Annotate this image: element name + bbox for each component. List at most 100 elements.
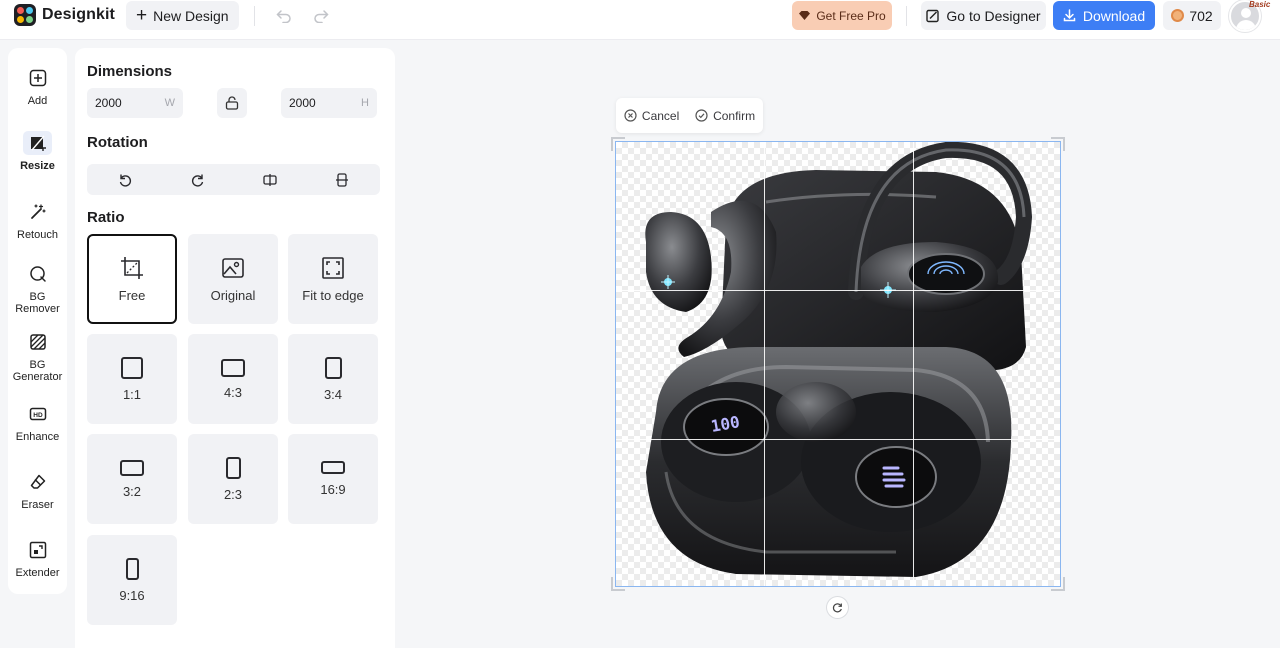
rail-item-resize[interactable]: Resize (8, 131, 67, 172)
crop-canvas[interactable]: 100 (615, 141, 1061, 587)
product-image: 100 (645, 142, 1033, 577)
ratio-label: Original (210, 287, 256, 303)
height-value: 2000 (289, 96, 316, 110)
ratio-4-3[interactable]: 4:3 (188, 334, 278, 424)
free-crop-icon (121, 256, 143, 279)
rail-item-bg-remover[interactable]: BG Remover (8, 262, 67, 315)
dimensions-title: Dimensions (87, 63, 173, 80)
ratio-original[interactable]: Original (188, 234, 278, 324)
landscape-ratio-icon (120, 459, 144, 476)
rail-item-retouch[interactable]: Retouch (8, 200, 67, 241)
go-to-designer-button[interactable]: Go to Designer (921, 1, 1046, 30)
new-design-button[interactable]: + New Design (126, 1, 239, 30)
add-square-icon (23, 66, 52, 90)
ratio-label: Fit to edge (302, 287, 364, 303)
ratio-label: 3:2 (122, 483, 142, 499)
ratio-label: 2:3 (223, 486, 243, 502)
rail-label: BG Remover (15, 291, 60, 315)
crop-handle-bottom-left[interactable] (611, 577, 625, 591)
flip-horizontal-button[interactable] (258, 168, 282, 192)
ratio-title: Ratio (87, 209, 125, 226)
height-input[interactable]: 2000 H (281, 88, 377, 118)
rail-label: Resize (20, 160, 55, 172)
rail-item-eraser[interactable]: Eraser (8, 470, 67, 511)
fit-edge-icon (322, 256, 344, 279)
confirm-label: Confirm (713, 108, 756, 123)
rotate-right-button[interactable] (186, 168, 210, 192)
top-bar: Designkit + New Design Get Free Pro Go t… (0, 0, 1280, 40)
divider (254, 6, 255, 26)
rotate-right-icon (191, 174, 204, 187)
ratio-2-3[interactable]: 2:3 (188, 434, 278, 524)
rail-label: Add (27, 95, 48, 107)
crop-actions-toolbar: Cancel Confirm (616, 98, 763, 133)
credits-value: 702 (1189, 7, 1213, 24)
rail-item-add[interactable]: Add (8, 66, 67, 107)
crop-handle-top-right[interactable] (1051, 137, 1065, 151)
download-button[interactable]: Download (1053, 1, 1155, 30)
rotate-left-icon (119, 174, 132, 187)
undo-icon (276, 10, 291, 23)
cancel-button[interactable]: Cancel (624, 109, 679, 123)
square-ratio-icon (121, 356, 143, 379)
ratio-label: Free (118, 287, 146, 303)
logo[interactable]: Designkit (14, 4, 115, 26)
designkit-logo-icon (14, 4, 36, 26)
redo-button[interactable] (309, 5, 333, 27)
ratio-fit-to-edge[interactable]: Fit to edge (288, 234, 378, 324)
bg-remover-icon (23, 262, 52, 286)
grid-line (913, 142, 914, 586)
bg-generator-icon (23, 330, 52, 354)
extender-icon (23, 538, 52, 562)
width-value: 2000 (95, 96, 122, 110)
rotate-left-button[interactable] (113, 168, 137, 192)
ratio-free[interactable]: Free (87, 234, 177, 324)
resize-panel: Dimensions 2000 W 2000 H Rotation Ratio … (75, 48, 395, 648)
plus-icon: + (136, 5, 148, 26)
hd-icon: HD (23, 402, 52, 426)
flip-vertical-button[interactable] (330, 168, 354, 192)
tool-rail: Add Resize Retouch BG Remover BG Generat… (8, 48, 67, 594)
crop-handle-bottom-right[interactable] (1051, 577, 1065, 591)
ratio-label: 1:1 (122, 386, 142, 402)
get-free-pro-label: Get Free Pro (816, 8, 886, 23)
cancel-label: Cancel (641, 108, 680, 123)
rotate-handle[interactable] (827, 597, 848, 618)
ratio-3-4[interactable]: 3:4 (288, 334, 378, 424)
flip-vertical-icon (336, 173, 348, 187)
confirm-button[interactable]: Confirm (695, 109, 755, 123)
width-input[interactable]: 2000 W (87, 88, 183, 118)
close-circle-icon (624, 109, 637, 122)
edit-image-icon (926, 9, 940, 22)
undo-button[interactable] (272, 5, 296, 27)
go-to-designer-label: Go to Designer (946, 7, 1041, 24)
get-free-pro-button[interactable]: Get Free Pro (792, 1, 892, 30)
crop-resize-icon (23, 131, 52, 155)
ratio-label: 4:3 (223, 384, 243, 400)
magic-wand-icon (23, 200, 52, 224)
landscape-ratio-icon (221, 358, 245, 377)
ratio-9-16[interactable]: 9:16 (87, 535, 177, 625)
ratio-16-9[interactable]: 16:9 (288, 434, 378, 524)
height-unit: H (361, 97, 369, 109)
rail-label: Retouch (17, 229, 58, 241)
ratio-label: 9:16 (119, 587, 145, 603)
grid-line (616, 439, 1060, 440)
rail-label: Enhance (15, 431, 60, 443)
rail-label: BG Generator (12, 359, 63, 383)
ratio-3-2[interactable]: 3:2 (87, 434, 177, 524)
aspect-lock-button[interactable] (217, 88, 247, 118)
coin-icon (1171, 9, 1185, 22)
crop-handle-top-left[interactable] (611, 137, 625, 151)
rotation-toolbar (87, 164, 380, 195)
download-label: Download (1082, 7, 1146, 24)
rotation-title: Rotation (87, 134, 148, 151)
rail-item-extender[interactable]: Extender (8, 538, 67, 579)
eraser-icon (23, 470, 52, 494)
ratio-1-1[interactable]: 1:1 (87, 334, 177, 424)
rail-item-bg-generator[interactable]: BG Generator (8, 330, 67, 383)
unlock-icon (225, 96, 239, 110)
credits-counter[interactable]: 702 (1163, 1, 1221, 30)
grid-line (764, 142, 765, 586)
rail-item-enhance[interactable]: HD Enhance (8, 402, 67, 443)
